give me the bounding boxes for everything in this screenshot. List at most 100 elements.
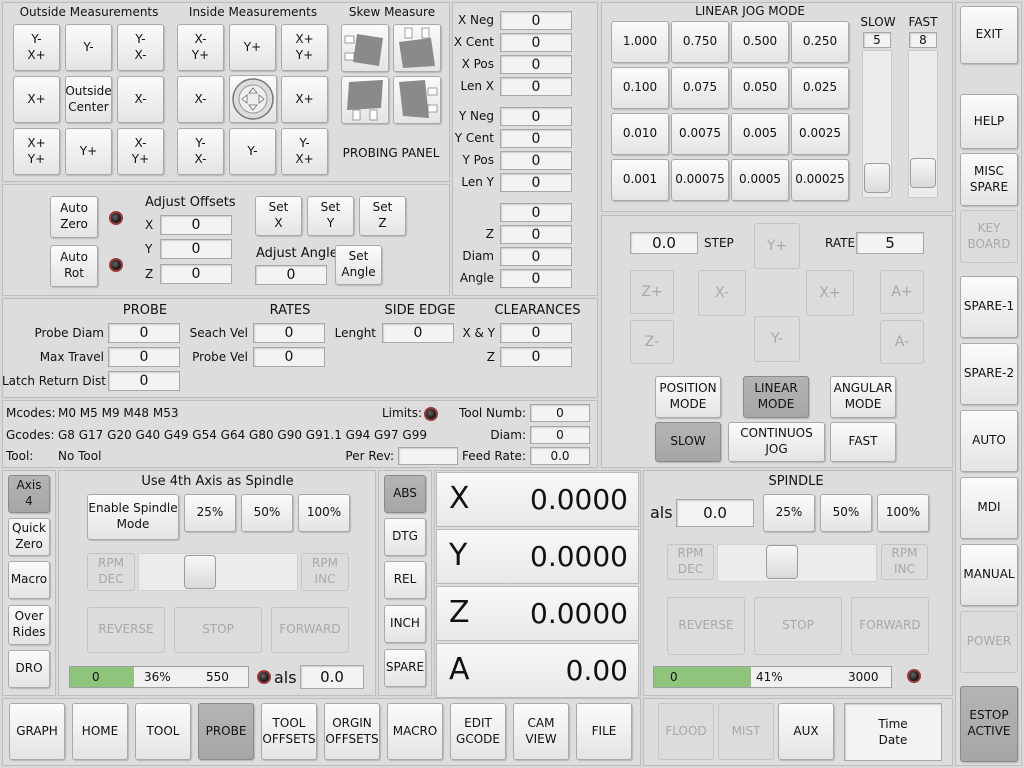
jog-increment-button[interactable]: 0.025 xyxy=(791,67,849,109)
jog-increment-button[interactable]: 0.100 xyxy=(611,67,669,109)
slow-slider-handle[interactable] xyxy=(864,163,890,193)
auto-button[interactable]: AUTO xyxy=(960,410,1018,472)
jog-y-minus-button[interactable]: Y- xyxy=(754,316,800,362)
jog-increment-button[interactable]: 0.010 xyxy=(611,113,669,155)
set-z-button[interactable]: Set Z xyxy=(359,196,406,236)
mdi-button[interactable]: MDI xyxy=(960,477,1018,539)
outside-probe-button[interactable]: X- Y+ xyxy=(117,128,164,175)
adjust-angle-field[interactable]: 0 xyxy=(255,265,327,285)
length-field[interactable]: 0 xyxy=(382,323,454,343)
bottom-tab[interactable]: HOME xyxy=(72,703,128,760)
max-travel-field[interactable]: 0 xyxy=(108,347,180,367)
outside-probe-button[interactable]: Y- X- xyxy=(117,24,164,71)
rate-field[interactable]: 5 xyxy=(856,232,924,254)
bottom-tab[interactable]: PROBE xyxy=(198,703,254,760)
inside-probe-button[interactable]: X- xyxy=(177,76,224,123)
keyboard-button[interactable]: KEY BOARD xyxy=(960,210,1018,263)
outside-probe-button[interactable]: Y- X+ xyxy=(13,24,60,71)
jog-z-minus-button[interactable]: Z- xyxy=(630,320,674,364)
offset-x-field[interactable]: 0 xyxy=(160,215,232,235)
jog-x-plus-button[interactable]: X+ xyxy=(806,270,854,316)
auto-zero-button[interactable]: Auto Zero xyxy=(50,196,98,238)
outside-probe-button[interactable]: Y+ xyxy=(65,128,112,175)
set-y-button[interactable]: Set Y xyxy=(307,196,354,236)
inside-probe-button[interactable]: X- Y+ xyxy=(177,24,224,71)
inside-probe-button[interactable]: Y- X+ xyxy=(281,128,328,175)
outside-probe-button[interactable]: X+ xyxy=(13,76,60,123)
offset-z-field[interactable]: 0 xyxy=(160,264,232,284)
jog-increment-button[interactable]: 0.00075 xyxy=(671,159,729,201)
jog-y-plus-button[interactable]: Y+ xyxy=(754,223,800,269)
fast-jog-button[interactable]: FAST xyxy=(830,422,896,462)
spindle4-rpm-inc-button[interactable]: RPM INC xyxy=(301,553,349,591)
latch-return-field[interactable]: 0 xyxy=(108,371,180,391)
aux-button[interactable]: AUX xyxy=(778,703,834,760)
bottom-tab[interactable]: GRAPH xyxy=(9,703,65,760)
jog-increment-button[interactable]: 0.250 xyxy=(791,21,849,63)
inside-probe-button[interactable]: X+ xyxy=(281,76,328,123)
dro-tab[interactable]: DRO xyxy=(8,650,50,688)
jog-increment-button[interactable]: 0.001 xyxy=(611,159,669,201)
bottom-tab[interactable]: EDIT GCODE xyxy=(450,703,506,760)
spindle-reverse-button[interactable]: REVERSE xyxy=(667,597,745,655)
jog-increment-button[interactable]: 0.00025 xyxy=(791,159,849,201)
spare1-button[interactable]: SPARE-1 xyxy=(960,276,1018,338)
spare2-button[interactable]: SPARE-2 xyxy=(960,343,1018,405)
outside-probe-button[interactable]: X+ Y+ xyxy=(13,128,60,175)
spindle4-reverse-button[interactable]: REVERSE xyxy=(87,607,165,653)
dro-mode-button[interactable]: SPARE xyxy=(384,649,426,687)
jog-a-plus-button[interactable]: A+ xyxy=(880,270,924,314)
inside-center-button[interactable] xyxy=(229,75,277,123)
dro-mode-button[interactable]: INCH xyxy=(384,605,426,643)
power-button[interactable]: POWER xyxy=(960,611,1018,673)
set-x-button[interactable]: Set X xyxy=(255,196,302,236)
spindle-forward-button[interactable]: FORWARD xyxy=(851,597,929,655)
jog-a-minus-button[interactable]: A- xyxy=(880,320,924,364)
axis4-tab[interactable]: Axis 4 xyxy=(8,475,50,513)
skew-bottom-right-button[interactable] xyxy=(393,76,441,124)
jog-increment-button[interactable]: 0.005 xyxy=(731,113,789,155)
spindle-rpm-dec-button[interactable]: RPM DEC xyxy=(667,544,714,580)
spindle-50-button[interactable]: 50% xyxy=(820,494,872,532)
dro-mode-button[interactable]: REL xyxy=(384,561,426,599)
probe-diam-field[interactable]: 0 xyxy=(108,323,180,343)
set-angle-button[interactable]: Set Angle xyxy=(335,245,382,285)
spindle-stop-button[interactable]: STOP xyxy=(754,597,842,655)
bottom-tab[interactable]: ORGIN OFFSETS xyxy=(324,703,380,760)
skew-bottom-left-button[interactable] xyxy=(341,76,389,124)
spindle-100-button[interactable]: 100% xyxy=(877,494,929,532)
linear-mode-button[interactable]: LINEAR MODE xyxy=(743,376,809,418)
bottom-tab[interactable]: FILE xyxy=(576,703,632,760)
jog-x-minus-button[interactable]: X- xyxy=(698,270,746,316)
spindle4-25-button[interactable]: 25% xyxy=(184,494,236,532)
spindle4-forward-button[interactable]: FORWARD xyxy=(271,607,349,653)
outside-probe-button[interactable]: X- xyxy=(117,76,164,123)
fast-slider-handle[interactable] xyxy=(910,158,936,188)
flood-button[interactable]: FLOOD xyxy=(658,703,714,760)
position-mode-button[interactable]: POSITION MODE xyxy=(655,376,721,418)
misc-spare-button[interactable]: MISC SPARE xyxy=(960,153,1018,206)
dro-mode-button[interactable]: ABS xyxy=(384,475,426,513)
spindle4-50-button[interactable]: 50% xyxy=(241,494,293,532)
jog-increment-button[interactable]: 0.050 xyxy=(731,67,789,109)
estop-button[interactable]: ESTOP ACTIVE xyxy=(960,686,1018,762)
continuous-jog-button[interactable]: CONTINUOS JOG xyxy=(728,422,825,462)
overrides-tab[interactable]: Over Rides xyxy=(8,605,50,645)
outside-probe-button[interactable]: Outside Center xyxy=(65,76,112,123)
exit-button[interactable]: EXIT xyxy=(960,6,1018,64)
probe-vel-field[interactable]: 0 xyxy=(253,347,325,367)
enable-spindle-mode-button[interactable]: Enable Spindle Mode xyxy=(87,494,179,540)
jog-increment-button[interactable]: 0.0005 xyxy=(731,159,789,201)
spindle-rpm-inc-button[interactable]: RPM INC xyxy=(881,544,928,580)
dro-mode-button[interactable]: DTG xyxy=(384,518,426,556)
jog-increment-button[interactable]: 0.0025 xyxy=(791,113,849,155)
jog-increment-button[interactable]: 0.0075 xyxy=(671,113,729,155)
jog-z-plus-button[interactable]: Z+ xyxy=(630,270,674,314)
bottom-tab[interactable]: TOOL OFFSETS xyxy=(261,703,317,760)
inside-probe-button[interactable]: X+ Y+ xyxy=(281,24,328,71)
clearance-xy-field[interactable]: 0 xyxy=(500,323,572,343)
clearance-z-field[interactable]: 0 xyxy=(500,347,572,367)
spindle-rpm-slider-handle[interactable] xyxy=(766,545,798,579)
spindle-25-button[interactable]: 25% xyxy=(763,494,815,532)
angular-mode-button[interactable]: ANGULAR MODE xyxy=(830,376,896,418)
